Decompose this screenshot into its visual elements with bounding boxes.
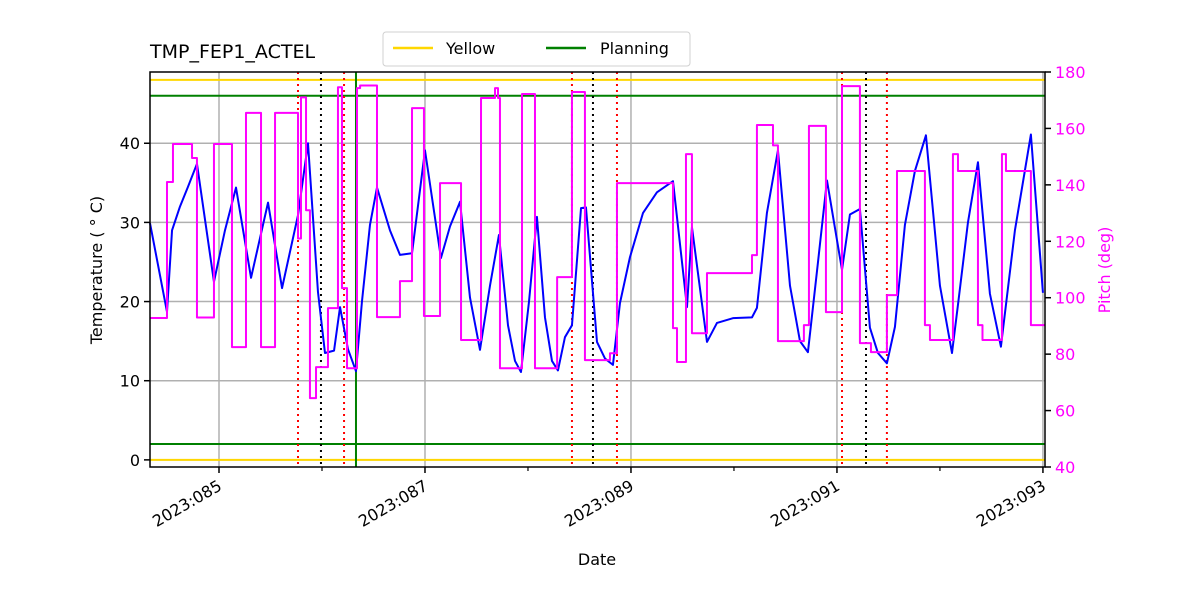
y-tick-label: 10	[120, 372, 140, 391]
y-axis-label: Temperature ( ° C)	[87, 196, 106, 345]
y2-tick-label: 60	[1055, 402, 1075, 421]
y-tick-label: 30	[120, 213, 140, 232]
chart-title: TMP_FEP1_ACTEL	[149, 41, 315, 63]
y-tick-label: 40	[120, 134, 140, 153]
y2-tick-label: 120	[1055, 232, 1086, 251]
y2-tick-label: 100	[1055, 289, 1086, 308]
legend-label-planning: Planning	[600, 39, 669, 58]
y2-axis-label: Pitch (deg)	[1095, 227, 1114, 314]
chart-svg: 2023:085 2023:087 2023:089 2023:091 2023:093…	[0, 0, 1200, 600]
y-tick-label: 20	[120, 293, 140, 312]
y2-tick-label: 180	[1055, 63, 1086, 82]
y2-tick-label: 40	[1055, 458, 1075, 477]
y-tick-label: 0	[130, 451, 140, 470]
y2-tick-label: 160	[1055, 119, 1086, 138]
legend-label-yellow: Yellow	[445, 39, 495, 58]
y2-tick-label: 140	[1055, 176, 1086, 195]
y2-tick-label: 80	[1055, 345, 1075, 364]
chart-root: 2023:085 2023:087 2023:089 2023:091 2023:093…	[0, 0, 1200, 600]
legend: Yellow Planning	[382, 31, 691, 67]
x-axis-label: Date	[578, 550, 616, 569]
